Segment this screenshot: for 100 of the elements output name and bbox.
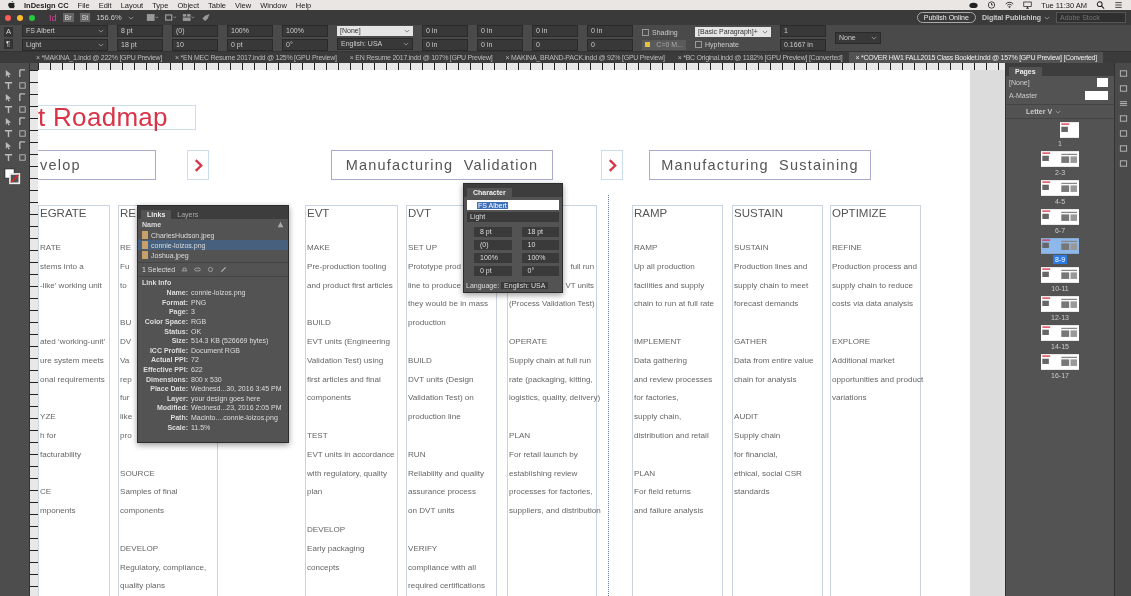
body-text-line: Early packaging bbox=[307, 543, 365, 553]
page-thumbnail[interactable] bbox=[1041, 209, 1079, 225]
stroke-lines-icon[interactable] bbox=[1118, 99, 1128, 108]
body-text-line: supply chain to meet bbox=[734, 280, 809, 290]
corner-icon[interactable] bbox=[18, 117, 27, 126]
body-text-line: Supply chain at full run bbox=[509, 355, 591, 365]
page-thumbnail[interactable] bbox=[1041, 325, 1079, 341]
body-text-line: ethical, social CSR bbox=[734, 468, 802, 478]
body-text-line: logistics, quality, delivery) bbox=[509, 393, 601, 403]
caret-icon bbox=[871, 36, 877, 40]
body-text-line: h for bbox=[40, 430, 57, 440]
body-text-line: processes for factories, bbox=[509, 487, 593, 497]
section-label: TEST bbox=[307, 430, 328, 440]
pointer-icon[interactable] bbox=[4, 93, 13, 102]
section-label: SOURCE bbox=[120, 468, 155, 478]
body-text-line: ure system meets bbox=[40, 355, 104, 365]
caret-icon bbox=[404, 29, 410, 33]
body-text-line: For retail launch by bbox=[509, 449, 578, 459]
section-label: RE bbox=[120, 243, 132, 252]
minimize-button[interactable] bbox=[17, 14, 23, 21]
text-tool-icon[interactable] bbox=[4, 129, 13, 138]
body-text-line: standards bbox=[734, 487, 770, 497]
rectangle-icon[interactable] bbox=[18, 129, 27, 138]
column-heading: RAMP bbox=[634, 207, 668, 219]
text-tool-icon[interactable] bbox=[4, 153, 13, 162]
page-thumbnail[interactable] bbox=[1041, 238, 1079, 254]
phase-heading: velop bbox=[38, 150, 156, 180]
body-text-line: Data from entire value bbox=[734, 355, 814, 365]
corner-icon[interactable] bbox=[18, 141, 27, 150]
page-thumbnail[interactable] bbox=[1041, 354, 1079, 370]
body-text-line: establishing review bbox=[509, 468, 578, 478]
body-text-line: facturability bbox=[40, 449, 81, 459]
body-text-line: variations bbox=[832, 393, 867, 403]
apple-logo-icon[interactable] bbox=[8, 1, 15, 9]
rectangle-icon[interactable] bbox=[18, 81, 27, 90]
master-thumbnail[interactable] bbox=[1097, 78, 1108, 87]
page-title: t Roadmap bbox=[38, 102, 168, 133]
column-heading: RE bbox=[120, 207, 136, 219]
body-text-line: ated ‘working-unit’ bbox=[40, 337, 106, 346]
pointer-icon[interactable] bbox=[4, 69, 13, 78]
body-text-line: on DVT units bbox=[408, 506, 455, 516]
pointer-icon[interactable] bbox=[4, 141, 13, 150]
body-text-line: for factories, bbox=[634, 393, 679, 403]
body-text-line: fur bbox=[120, 393, 130, 403]
body-text-line: Validation Test) on bbox=[408, 393, 474, 403]
section-label: AUDIT bbox=[734, 412, 759, 422]
body-text-line: suppliers, and distribution bbox=[509, 506, 601, 516]
page-thumbnail[interactable] bbox=[1041, 180, 1079, 196]
close-button[interactable] bbox=[5, 14, 11, 21]
rectangle-icon[interactable] bbox=[18, 105, 27, 114]
column-heading: SUSTAIN bbox=[734, 207, 783, 219]
body-text-line: For field returns bbox=[634, 487, 691, 497]
section-label: SUSTAIN bbox=[734, 243, 769, 252]
phase-heading: Manufacturing Validation bbox=[331, 150, 553, 180]
layout-grid-icon[interactable] bbox=[181, 13, 194, 22]
screen-icon[interactable] bbox=[1023, 1, 1033, 9]
section-label: IMPLEMENT bbox=[634, 337, 682, 346]
page-thumbnail[interactable] bbox=[1041, 151, 1079, 167]
body-text-line: EVT units (Engineering bbox=[307, 337, 391, 346]
caret-icon bbox=[762, 29, 768, 34]
screen-mode-icon[interactable] bbox=[145, 13, 158, 22]
warning-icon[interactable] bbox=[277, 221, 284, 228]
caret-icon bbox=[98, 29, 104, 33]
frame-view-icon[interactable] bbox=[163, 13, 176, 22]
clock-icon[interactable] bbox=[987, 1, 997, 9]
wifi-icon[interactable] bbox=[1005, 1, 1015, 9]
body-text-line: onal requirements bbox=[40, 374, 105, 384]
body-text-line: components bbox=[307, 393, 352, 403]
caret-icon bbox=[403, 42, 409, 46]
body-text-line: assurance process bbox=[408, 487, 476, 497]
body-text-line: production line bbox=[408, 412, 461, 422]
text-tool-icon[interactable] bbox=[4, 105, 13, 114]
page-thumbnail[interactable] bbox=[1060, 122, 1079, 138]
text-tool-icon[interactable] bbox=[4, 81, 13, 90]
zoom-button[interactable] bbox=[29, 14, 35, 21]
section-label: RAMP bbox=[634, 243, 658, 252]
page-thumbnail[interactable] bbox=[1041, 296, 1079, 312]
section-label: BUILD bbox=[307, 318, 331, 328]
body-text-line: plan bbox=[307, 487, 323, 497]
body-text-line: mponents bbox=[40, 506, 76, 516]
section-label: BU bbox=[120, 318, 132, 328]
search-icon[interactable] bbox=[1096, 1, 1105, 9]
pointer-icon[interactable] bbox=[4, 117, 13, 126]
body-text-line: stems into a bbox=[40, 261, 84, 271]
app-logo: Id bbox=[49, 12, 57, 23]
corner-icon[interactable] bbox=[18, 69, 27, 78]
page-thumbnail[interactable] bbox=[1041, 267, 1079, 283]
body-text-line: EVT units in accordance bbox=[307, 449, 395, 459]
list-icon[interactable] bbox=[1114, 1, 1123, 9]
section-label: YZE bbox=[40, 412, 56, 422]
fill-stroke-icon[interactable] bbox=[4, 168, 21, 185]
body-text-line: Prototype prod bbox=[408, 261, 462, 271]
corner-icon[interactable] bbox=[18, 93, 27, 102]
master-thumbnail[interactable] bbox=[1085, 91, 1108, 100]
rectangle-icon[interactable] bbox=[18, 153, 27, 162]
body-text-line: quality plans bbox=[120, 581, 165, 591]
body-text-line: for financial, bbox=[734, 449, 778, 459]
body-text-line: opportunities and product bbox=[832, 374, 924, 384]
body-text-line: line to produce bbox=[408, 280, 462, 290]
section-label: GATHER bbox=[734, 337, 768, 346]
